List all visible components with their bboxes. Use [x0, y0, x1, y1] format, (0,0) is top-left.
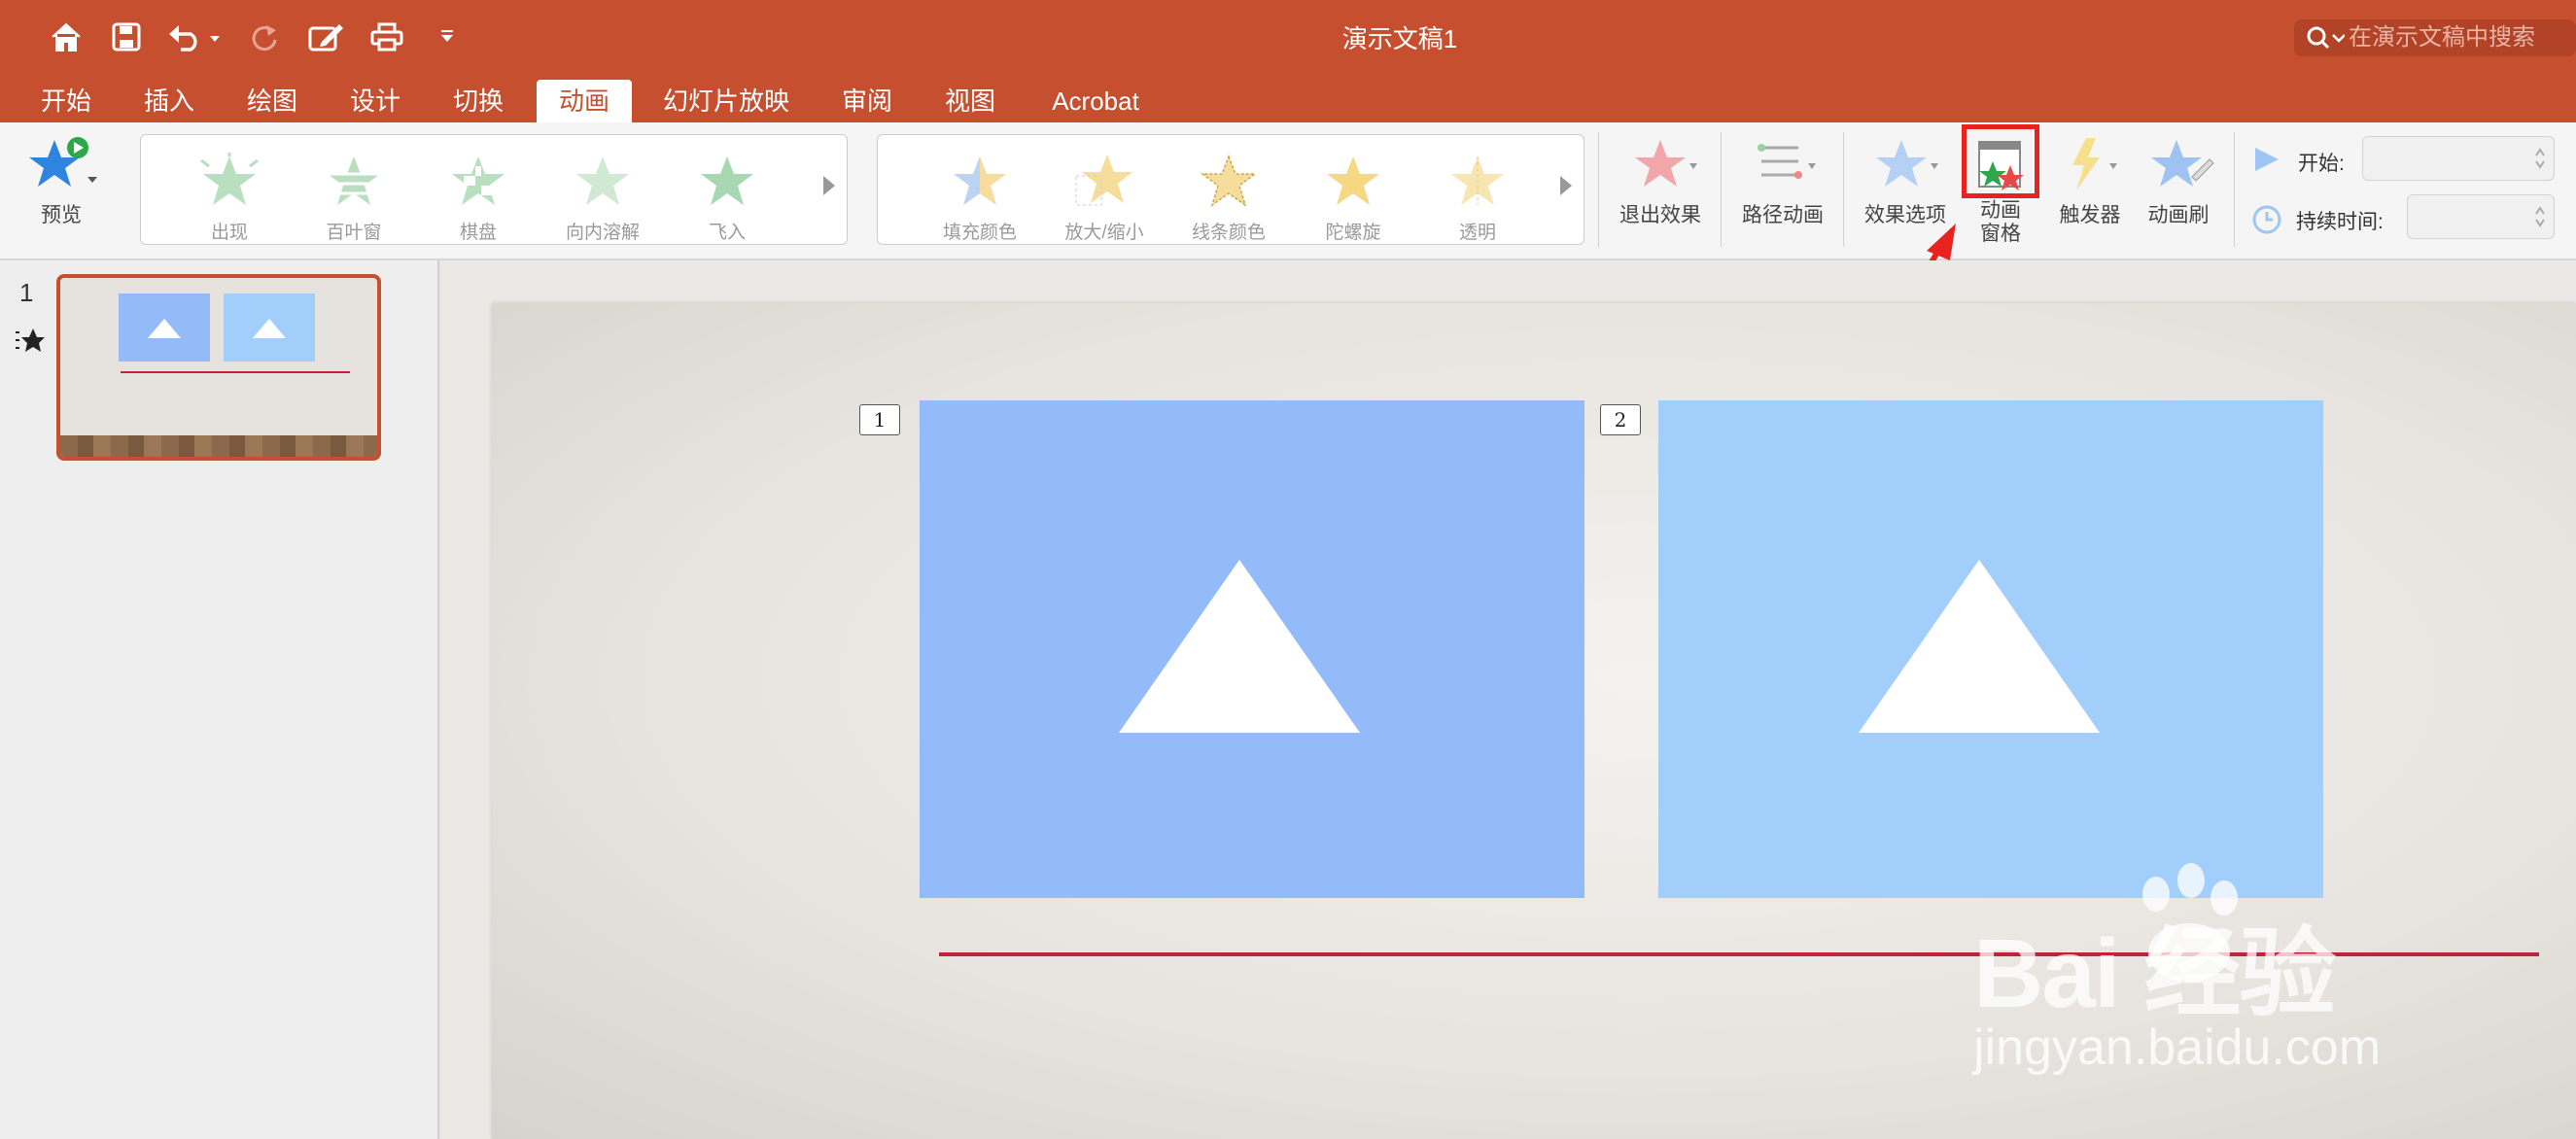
ribbon-divider — [1843, 132, 1844, 247]
effect-spin[interactable]: 陀螺旋 — [1300, 153, 1407, 244]
ribbon-divider — [1721, 132, 1722, 247]
triangle-1 — [1119, 560, 1360, 733]
start-select[interactable] — [2362, 136, 2555, 181]
tab-animations[interactable]: 动画 — [537, 80, 632, 122]
tab-draw[interactable]: 绘图 — [233, 80, 311, 122]
effect-grow-shrink[interactable]: 放大/缩小 — [1051, 153, 1158, 244]
preview-label: 预览 — [41, 204, 82, 226]
title-bar: 演示文稿1 在演示文稿中搜索 — [0, 0, 2576, 74]
tab-review[interactable]: 审阅 — [828, 80, 906, 122]
tab-view[interactable]: 视图 — [931, 80, 1009, 122]
document-title: 演示文稿1 — [1341, 24, 1458, 53]
search-input[interactable]: 在演示文稿中搜索 — [2294, 19, 2576, 56]
effect-appear[interactable]: 出现 — [176, 153, 283, 244]
effect-options-button[interactable]: 效果选项 — [1857, 134, 1954, 228]
lightning-icon — [2051, 138, 2129, 198]
clock-icon — [2251, 204, 2282, 240]
tab-slideshow[interactable]: 幻灯片放映 — [653, 80, 799, 122]
thumb-line — [121, 371, 350, 373]
animation-indicator-icon — [14, 327, 45, 359]
start-label: 开始: — [2298, 153, 2345, 175]
watermark-brand: Bai 经验 — [1973, 919, 2336, 1028]
tab-home[interactable]: 开始 — [27, 80, 105, 122]
animation-painter-icon — [2140, 140, 2217, 198]
preview-button[interactable]: 预览 — [17, 134, 105, 228]
exit-effects-button[interactable]: 退出效果 — [1612, 134, 1709, 228]
customize-icon[interactable] — [435, 14, 459, 60]
gallery-next-arrow-icon[interactable] — [823, 176, 835, 195]
redo-icon[interactable] — [245, 14, 284, 60]
animation-pane-highlight — [1962, 124, 2039, 198]
animation-painter-button[interactable]: 动画刷 — [2135, 134, 2222, 228]
thumb-triangle-2 — [253, 319, 286, 338]
ribbon-tabs: 开始 插入 绘图 设计 切换 动画 幻灯片放映 审阅 视图 Acrobat — [0, 74, 2576, 122]
effect-line-color[interactable]: 线条颜色 — [1175, 153, 1282, 244]
undo-icon[interactable] — [165, 14, 224, 60]
animation-order-badge-2: 2 — [1600, 404, 1641, 435]
tab-acrobat[interactable]: Acrobat — [1040, 80, 1151, 122]
effect-transparency[interactable]: 透明 — [1424, 153, 1531, 244]
path-animation-icon — [1744, 144, 1822, 198]
effect-fly-in[interactable]: 飞入 — [674, 153, 781, 244]
path-animation-button[interactable]: 路径动画 — [1734, 134, 1831, 228]
gallery-next-arrow-icon[interactable] — [1560, 176, 1572, 195]
tab-transitions[interactable]: 切换 — [439, 80, 517, 122]
effect-checkerboard[interactable]: 棋盘 — [425, 153, 532, 244]
tab-design[interactable]: 设计 — [336, 80, 414, 122]
search-icon — [2306, 25, 2346, 62]
edit-icon[interactable] — [305, 14, 348, 60]
slide-thumbnail-1[interactable] — [56, 274, 381, 461]
triangle-2 — [1859, 560, 2100, 733]
tab-insert[interactable]: 插入 — [130, 80, 208, 122]
thumb-floor — [60, 435, 377, 457]
trigger-button[interactable]: 触发器 — [2051, 134, 2129, 228]
ribbon-divider — [1598, 132, 1599, 247]
ribbon-divider — [2234, 132, 2235, 247]
print-icon[interactable] — [367, 14, 406, 60]
play-icon — [2253, 146, 2280, 178]
duration-stepper[interactable] — [2407, 194, 2555, 239]
watermark-url: jingyan.baidu.com — [1973, 1019, 2382, 1076]
entrance-effects-gallery: 出现 百叶窗 棋盘 向内溶解 飞入 — [140, 134, 848, 245]
search-placeholder: 在演示文稿中搜索 — [2349, 24, 2535, 51]
slide-number: 1 — [19, 278, 34, 307]
home-icon[interactable] — [47, 14, 86, 60]
animation-order-badge-1: 1 — [859, 404, 900, 435]
preview-icon — [25, 137, 97, 198]
duration-label: 持续时间: — [2296, 211, 2384, 233]
thumb-triangle-1 — [148, 319, 181, 338]
save-icon[interactable] — [107, 14, 146, 60]
animations-ribbon: 预览 出现 百叶窗 棋盘 向内溶解 飞入 填充颜色 放大/缩小 线条颜色 陀螺旋… — [0, 122, 2576, 260]
effect-dissolve-in[interactable]: 向内溶解 — [549, 153, 656, 244]
effect-options-star-icon — [1866, 140, 1944, 198]
effect-fill-color[interactable]: 填充颜色 — [926, 153, 1033, 244]
effect-blinds[interactable]: 百叶窗 — [300, 153, 407, 244]
emphasis-effects-gallery: 填充颜色 放大/缩小 线条颜色 陀螺旋 透明 — [877, 134, 1584, 245]
exit-star-icon — [1621, 140, 1699, 198]
